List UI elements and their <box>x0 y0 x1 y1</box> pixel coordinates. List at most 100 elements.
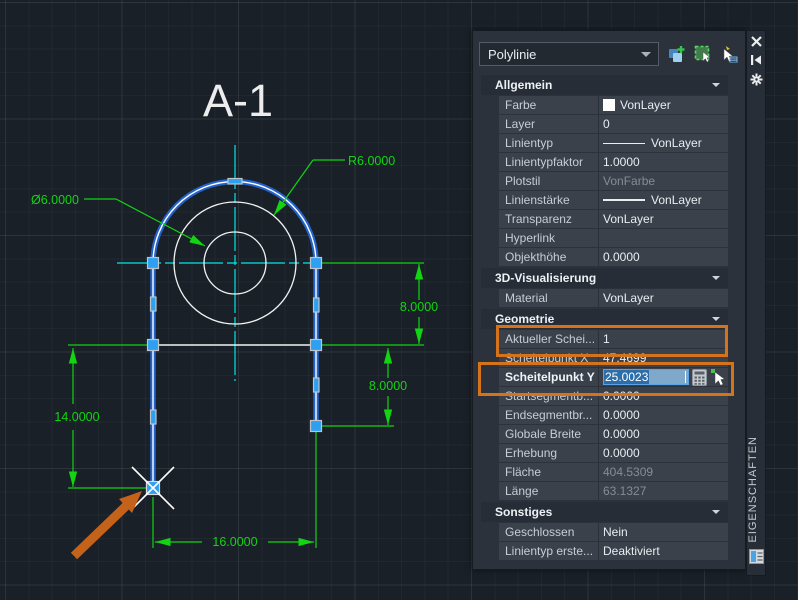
color-swatch <box>603 99 615 111</box>
section-title: Allgemein <box>495 78 553 92</box>
section-title: Sonstiges <box>495 505 553 519</box>
property-value: 404.5309 <box>603 465 654 479</box>
property-label: Endsegmentbr... <box>499 406 599 424</box>
dim-text-left: 14.0000 <box>54 410 99 424</box>
pickadd-toggle-icon[interactable] <box>667 45 686 64</box>
text-caret <box>685 371 686 383</box>
vertex-grip[interactable] <box>146 256 160 270</box>
palette-title-bar[interactable]: EIGENSCHAFTEN <box>746 30 766 576</box>
midpoint-grip[interactable] <box>312 377 320 393</box>
section-header-3d-visualisierung[interactable]: 3D-Visualisierung <box>481 268 728 288</box>
property-value[interactable] <box>599 229 728 247</box>
section-header-allgemein[interactable]: Allgemein <box>481 75 728 95</box>
vertex-grip[interactable] <box>309 256 323 270</box>
vertex-y-input[interactable]: 25.0023 <box>603 369 689 385</box>
section-header-sonstiges[interactable]: Sonstiges <box>481 502 728 522</box>
property-value[interactable]: 47.4699 <box>599 349 728 367</box>
property-value[interactable]: VonLayer <box>599 289 728 307</box>
row-transparenz[interactable]: Transparenz VonLayer <box>499 210 728 228</box>
object-type-value: Polylinie <box>488 46 537 62</box>
property-value: 25.0023 <box>599 368 728 386</box>
dim-text-right-lower: 8.0000 <box>369 379 407 393</box>
property-label: Layer <box>499 115 599 133</box>
linetype-glyph <box>603 142 645 144</box>
midpoint-grip[interactable] <box>312 297 320 313</box>
row-hyperlink[interactable]: Hyperlink <box>499 229 728 247</box>
vertex-grip[interactable] <box>146 338 160 352</box>
row-scheitelpunkt-y[interactable]: Scheitelpunkt Y 25.0023 <box>499 368 728 386</box>
collapse-chevron-icon[interactable] <box>712 510 720 514</box>
property-label: Objekthöhe <box>499 248 599 266</box>
row-scheitelpunkt-x[interactable]: Scheitelpunkt X 47.4699 <box>499 349 728 367</box>
collapse-chevron-icon[interactable] <box>712 317 720 321</box>
property-value: 63.1327 <box>603 484 647 498</box>
property-value[interactable]: 0.0000 <box>599 425 728 443</box>
row-startsegmentbreite[interactable]: Startsegmentb... 0.0000 <box>499 387 728 405</box>
property-label: Hyperlink <box>499 229 599 247</box>
property-value[interactable]: 0.0000 <box>599 387 728 405</box>
row-linientyp[interactable]: Linientyp VonLayer <box>499 134 728 152</box>
dimension-lines[interactable] <box>68 159 424 548</box>
property-value: VonFarbe <box>603 174 656 188</box>
property-label: Linientyp <box>499 134 599 152</box>
pick-point-icon[interactable] <box>710 369 727 386</box>
vertex-grip[interactable] <box>309 338 323 352</box>
close-icon[interactable] <box>747 33 765 49</box>
chevron-down-icon <box>641 51 651 57</box>
midpoint-grip[interactable] <box>149 409 157 425</box>
property-label: Aktueller Schei... <box>499 330 599 348</box>
row-globale-breite[interactable]: Globale Breite 0.0000 <box>499 425 728 443</box>
property-value[interactable]: 1.0000 <box>599 153 728 171</box>
property-value[interactable]: 0.0000 <box>599 248 728 266</box>
property-value[interactable]: VonLayer <box>599 96 728 114</box>
property-label: Material <box>499 289 599 307</box>
property-label: Plotstil <box>499 172 599 190</box>
property-value[interactable]: 0.0000 <box>599 406 728 424</box>
collapse-chevron-icon[interactable] <box>712 276 720 280</box>
property-value[interactable]: Deaktiviert <box>599 542 728 560</box>
quick-select-icon[interactable] <box>693 45 712 64</box>
select-objects-icon[interactable] <box>719 45 738 64</box>
autocad-window: A-1 8.0000 8.0000 14.0000 16.0000 R6.000… <box>0 0 798 600</box>
property-label: Länge <box>499 482 599 500</box>
properties-palette-icon[interactable] <box>749 549 764 569</box>
row-linientypfaktor[interactable]: Linientypfaktor 1.0000 <box>499 153 728 171</box>
row-aktueller-scheitelpunkt[interactable]: Aktueller Schei... 1 <box>499 330 728 348</box>
property-value[interactable]: VonLayer <box>599 210 728 228</box>
annotation-arrow <box>70 491 142 560</box>
row-geschlossen[interactable]: Geschlossen Nein <box>499 523 728 541</box>
collapse-chevron-icon[interactable] <box>712 83 720 87</box>
auto-hide-icon[interactable] <box>747 52 765 68</box>
calculator-icon[interactable] <box>691 368 708 386</box>
row-farbe[interactable]: Farbe VonLayer <box>499 96 728 114</box>
vertex-grip[interactable] <box>309 419 323 433</box>
row-layer[interactable]: Layer 0 <box>499 115 728 133</box>
row-linienstaerke[interactable]: Linienstärke VonLayer <box>499 191 728 209</box>
property-label: Linienstärke <box>499 191 599 209</box>
row-endsegmentbreite[interactable]: Endsegmentbr... 0.0000 <box>499 406 728 424</box>
row-linientyp-erstellen[interactable]: Linientyp erste... Deaktiviert <box>499 542 728 560</box>
midpoint-grip[interactable] <box>227 177 243 185</box>
object-type-dropdown[interactable]: Polylinie <box>479 42 659 66</box>
property-label: Fläche <box>499 463 599 481</box>
row-flaeche[interactable]: Fläche 404.5309 <box>499 463 728 481</box>
property-value[interactable]: 1 <box>599 330 728 348</box>
dim-text-radius: R6.0000 <box>348 154 395 168</box>
row-erhebung[interactable]: Erhebung 0.0000 <box>499 444 728 462</box>
section-header-geometrie[interactable]: Geometrie <box>481 309 728 329</box>
property-value[interactable]: VonLayer <box>599 191 728 209</box>
row-objekthoehe[interactable]: Objekthöhe 0.0000 <box>499 248 728 266</box>
row-material[interactable]: Material VonLayer <box>499 289 728 307</box>
row-plotstil[interactable]: Plotstil VonFarbe <box>499 172 728 190</box>
property-label: Globale Breite <box>499 425 599 443</box>
settings-gear-icon[interactable] <box>747 71 765 87</box>
property-value[interactable]: Nein <box>599 523 728 541</box>
property-value[interactable]: VonLayer <box>599 134 728 152</box>
midpoint-grip[interactable] <box>149 296 157 312</box>
property-value[interactable]: 0 <box>599 115 728 133</box>
row-laenge[interactable]: Länge 63.1327 <box>499 482 728 500</box>
property-label: Linientyp erste... <box>499 542 599 560</box>
property-label: Geschlossen <box>499 523 599 541</box>
property-value[interactable]: 0.0000 <box>599 444 728 462</box>
palette-title-vertical: EIGENSCHAFTEN <box>747 436 759 543</box>
